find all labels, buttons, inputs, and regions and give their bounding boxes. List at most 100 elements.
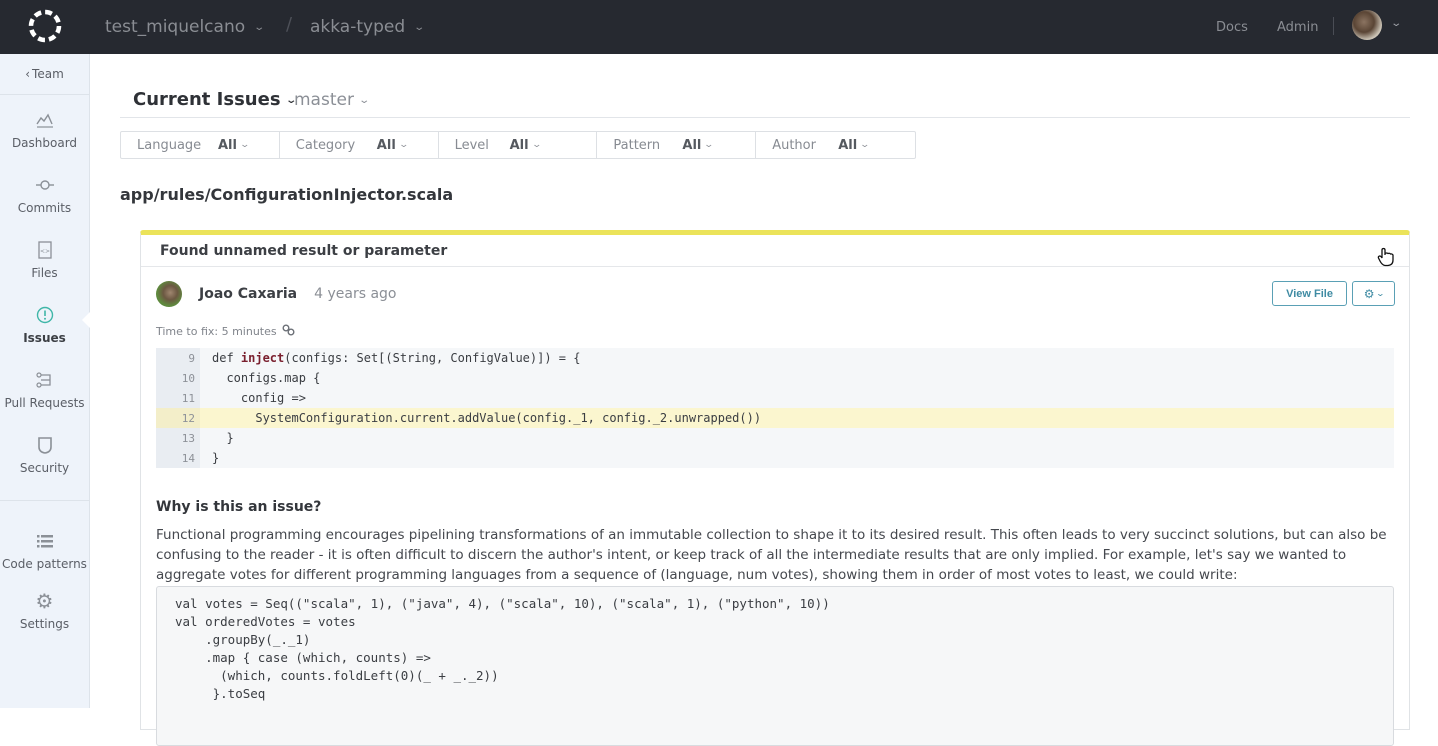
why-issue-description: Functional programming encourages pipeli… — [156, 527, 1387, 583]
hand-cursor-icon — [1377, 247, 1394, 267]
view-file-button[interactable]: View File — [1272, 281, 1347, 306]
page-header: Current Issues ⌄ master ⌄ — [120, 84, 1410, 118]
line-number: 13 — [156, 428, 200, 448]
repo-dropdown[interactable]: akka-typed ⌄ — [310, 0, 426, 54]
time-to-fix-text: Time to fix: 5 minutes — [156, 325, 277, 338]
sidebar-item-label: Dashboard — [11, 136, 78, 150]
code-line: 14 } — [156, 448, 1394, 468]
code-text: SystemConfiguration.current.addValue(con… — [212, 411, 762, 425]
why-issue-heading: Why is this an issue? — [156, 499, 322, 515]
sidebar-item-security[interactable]: Security — [0, 435, 89, 495]
filter-value: All — [682, 137, 702, 153]
code-line: 9 def inject(configs: Set[(String, Confi… — [156, 348, 1394, 368]
commit-icon — [35, 175, 55, 195]
filter-value: All — [376, 137, 396, 153]
filter-label: Level — [454, 137, 489, 153]
sidebar-divider — [0, 500, 89, 501]
chevron-down-icon: ⌄ — [358, 94, 371, 106]
page-title: Current Issues — [133, 89, 281, 110]
issue-card: Found unnamed result or parameter Joao C… — [140, 230, 1410, 746]
author-row: Joao Caxaria 4 years ago — [156, 281, 397, 307]
filter-author[interactable]: Author All ⌄ — [756, 132, 915, 158]
sidebar-item-label: Code patterns — [2, 557, 87, 571]
main-content: Current Issues ⌄ master ⌄ Language All ⌄ C… — [90, 54, 1438, 746]
branch-name: master — [294, 90, 354, 110]
issues-view-dropdown[interactable]: Current Issues ⌄ — [133, 89, 297, 110]
sidebar-item-label: Pull Requests — [4, 396, 85, 410]
code-line: 11 config => — [156, 388, 1394, 408]
code-line: 13 } — [156, 428, 1394, 448]
line-number: 11 — [156, 388, 200, 408]
code-text: config => — [212, 391, 306, 405]
sidebar-item-code-patterns[interactable]: Code patterns — [0, 531, 89, 591]
sidebar-item-commits[interactable]: Commits — [0, 175, 89, 235]
code-snippet: 9 def inject(configs: Set[(String, Confi… — [156, 348, 1394, 468]
team-label: Team — [32, 67, 64, 81]
sidebar-item-issues[interactable]: Issues — [0, 305, 89, 365]
filter-category[interactable]: Category All ⌄ — [280, 132, 439, 158]
breadcrumb-separator: / — [286, 14, 293, 35]
back-to-team-link[interactable]: ‹ Team — [0, 54, 89, 95]
filter-label: Language — [137, 137, 202, 153]
chevron-down-icon: ⌄ — [398, 140, 409, 150]
repo-name: akka-typed — [310, 17, 406, 37]
highlighted-code-line: 12 SystemConfiguration.current.addValue(… — [156, 408, 1394, 428]
filter-value: All — [218, 137, 237, 153]
gear-icon: ⚙ — [1363, 286, 1375, 301]
chart-icon — [35, 110, 55, 130]
topbar-divider — [1333, 17, 1334, 35]
line-number: 10 — [156, 368, 200, 388]
sidebar-item-files[interactable]: <> Files — [0, 240, 89, 300]
sidebar-item-dashboard[interactable]: Dashboard — [0, 110, 89, 170]
sidebar-item-label: Files — [31, 266, 58, 280]
filter-value: All — [509, 137, 529, 153]
user-avatar[interactable] — [1352, 10, 1382, 40]
chevron-down-icon: ⌄ — [703, 140, 715, 150]
pull-request-icon — [35, 370, 55, 390]
file-path-heading[interactable]: app/rules/ConfigurationInjector.scala — [120, 185, 453, 204]
author-avatar — [156, 281, 182, 307]
chevron-left-icon: ‹ — [25, 67, 31, 81]
sidebar-item-label: Settings — [19, 617, 70, 631]
sidebar-item-settings[interactable]: ⚙ Settings — [0, 589, 89, 651]
author-name: Joao Caxaria — [199, 286, 298, 302]
codacy-logo-icon[interactable] — [26, 7, 64, 45]
sidebar: ‹ Team Dashboard Commits <> Files Issues… — [0, 54, 91, 708]
sidebar-item-label: Security — [19, 461, 70, 475]
filter-pattern[interactable]: Pattern All ⌄ — [597, 132, 757, 158]
svg-text:<>: <> — [39, 248, 49, 255]
code-text: } — [212, 451, 220, 465]
code-text: def inject(configs: Set[(String, ConfigV… — [212, 351, 581, 365]
line-number: 14 — [156, 448, 200, 468]
filter-level[interactable]: Level All ⌄ — [439, 132, 598, 158]
filter-label: Pattern — [613, 137, 661, 153]
issue-settings-dropdown[interactable]: ⚙ ⌄ — [1352, 281, 1395, 306]
link-icon[interactable] — [282, 324, 295, 339]
chevron-down-icon: ⌄ — [1375, 289, 1385, 298]
code-text: configs.map { — [212, 371, 321, 385]
docs-link[interactable]: Docs — [1216, 0, 1248, 54]
branch-dropdown[interactable]: master ⌄ — [294, 90, 371, 110]
list-icon — [35, 531, 55, 551]
issue-header[interactable]: Found unnamed result or parameter — [141, 235, 1409, 267]
filter-language[interactable]: Language All ⌄ — [121, 132, 280, 158]
filter-label: Category — [295, 137, 356, 153]
issue-timestamp: 4 years ago — [314, 286, 397, 302]
admin-link[interactable]: Admin — [1277, 0, 1318, 54]
filter-bar: Language All ⌄ Category All ⌄ Level All … — [120, 131, 916, 159]
sidebar-item-pull-requests[interactable]: Pull Requests — [0, 370, 89, 430]
chevron-down-icon: ⌄ — [413, 21, 426, 33]
chevron-down-icon: ⌄ — [253, 21, 266, 33]
filter-label: Author — [772, 137, 816, 153]
user-menu-chevron-icon[interactable]: ⌄ — [1390, 18, 1402, 29]
alert-circle-icon — [35, 305, 55, 325]
time-to-fix: Time to fix: 5 minutes — [156, 324, 295, 339]
gear-icon: ⚙ — [35, 589, 54, 613]
code-line: 10 configs.map { — [156, 368, 1394, 388]
org-dropdown[interactable]: test_miquelcano ⌄ — [105, 0, 266, 54]
top-bar: test_miquelcano ⌄ / akka-typed ⌄ Docs Ad… — [0, 0, 1438, 54]
example-code-block: val votes = Seq(("scala", 1), ("java", 4… — [156, 586, 1394, 746]
line-number: 9 — [156, 348, 200, 368]
shield-icon — [35, 435, 55, 455]
code-text: } — [212, 431, 234, 445]
